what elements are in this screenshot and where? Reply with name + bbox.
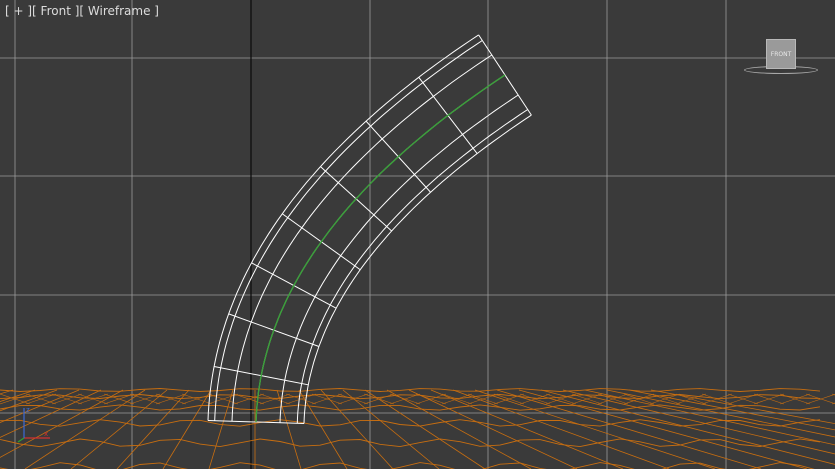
- tube-edge: [303, 114, 532, 424]
- tube-edge: [279, 94, 519, 423]
- ground-plane-wireframe: [0, 388, 835, 469]
- svg-text:z: z: [26, 406, 30, 414]
- axis-tripod-icon: x z: [17, 406, 50, 443]
- tube-edge: [255, 74, 506, 423]
- ground-wire: [496, 389, 762, 469]
- ground-wire: [298, 389, 348, 469]
- ground-wire: [540, 389, 835, 465]
- ground-wire: [0, 462, 815, 469]
- viewport-scene[interactable]: [0, 0, 835, 469]
- viewport-menu-plus[interactable]: [ + ]: [5, 4, 32, 18]
- viewport-grid: [0, 0, 835, 469]
- ground-wire: [0, 404, 821, 411]
- front-viewport[interactable]: [ + ][ Front ][ Wireframe ] FRONT x z: [0, 0, 835, 469]
- ground-wire: [162, 389, 212, 469]
- tube-edge: [296, 109, 528, 424]
- viewcube-front-face[interactable]: FRONT: [766, 39, 796, 69]
- tube-path-spline: [255, 74, 506, 423]
- ground-wire: [208, 389, 234, 469]
- ground-wire: [0, 419, 821, 427]
- tube-edge: [231, 54, 493, 422]
- viewport-menu-view[interactable]: [ Front ]: [32, 4, 79, 18]
- tube-edge: [214, 40, 483, 421]
- viewport-menu-shading[interactable]: [ Wireframe ]: [79, 4, 159, 18]
- viewcube-icon[interactable]: FRONT: [742, 36, 822, 80]
- ground-wire: [276, 389, 302, 469]
- path-spline: [255, 74, 506, 423]
- svg-text:x: x: [44, 430, 48, 438]
- viewport-label: [ + ][ Front ][ Wireframe ]: [5, 4, 159, 18]
